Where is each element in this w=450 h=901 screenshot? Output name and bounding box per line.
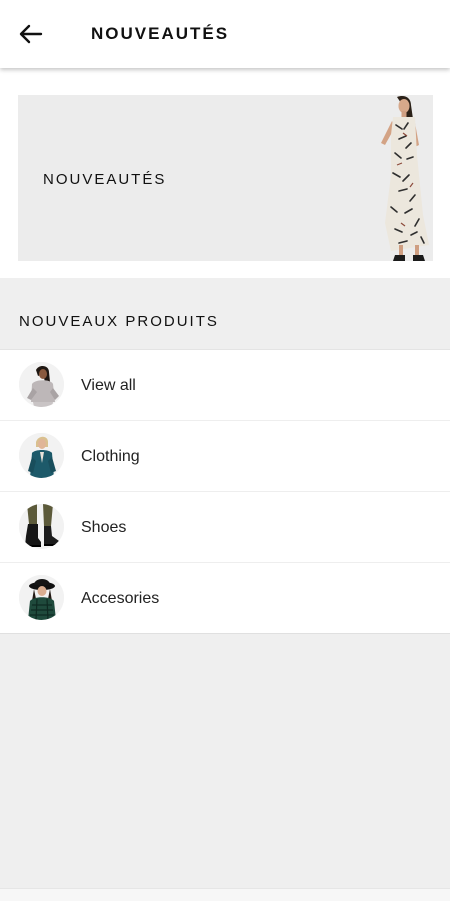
banner-title: NOUVEAUTÉS bbox=[43, 171, 167, 188]
category-label: View all bbox=[81, 377, 136, 394]
model-teal-blazer-image bbox=[19, 433, 64, 478]
category-item-view-all[interactable]: View all bbox=[0, 350, 450, 421]
category-thumbnail bbox=[19, 575, 64, 620]
category-thumbnail bbox=[19, 504, 64, 549]
category-label: Shoes bbox=[81, 519, 127, 536]
model-black-hat-green-coat-image bbox=[19, 575, 64, 620]
page-title: NOUVEAUTÉS bbox=[91, 24, 230, 43]
category-thumbnail bbox=[19, 433, 64, 478]
category-label: Accesories bbox=[81, 590, 160, 607]
section-title: NOUVEAUX PRODUITS bbox=[19, 313, 219, 330]
back-button[interactable] bbox=[14, 18, 48, 50]
new-arrivals-banner[interactable]: NOUVEAUTÉS bbox=[18, 95, 433, 261]
category-label: Clothing bbox=[81, 448, 140, 465]
section-header: NOUVEAUX PRODUITS bbox=[0, 278, 450, 348]
arrow-left-icon bbox=[19, 24, 43, 44]
category-list: View all Clothing Shoes Accesories bbox=[0, 349, 450, 634]
black-ankle-boots-image bbox=[19, 504, 64, 549]
category-thumbnail bbox=[19, 362, 64, 407]
banner-model-image bbox=[381, 95, 429, 261]
category-item-accesories[interactable]: Accesories bbox=[0, 563, 450, 633]
banner-section: NOUVEAUTÉS bbox=[0, 68, 450, 278]
category-item-shoes[interactable]: Shoes bbox=[0, 492, 450, 563]
category-item-clothing[interactable]: Clothing bbox=[0, 421, 450, 492]
app-bar: NOUVEAUTÉS bbox=[0, 0, 450, 68]
model-grey-knit-sweater-image bbox=[19, 362, 64, 407]
bottom-edge bbox=[0, 888, 450, 901]
